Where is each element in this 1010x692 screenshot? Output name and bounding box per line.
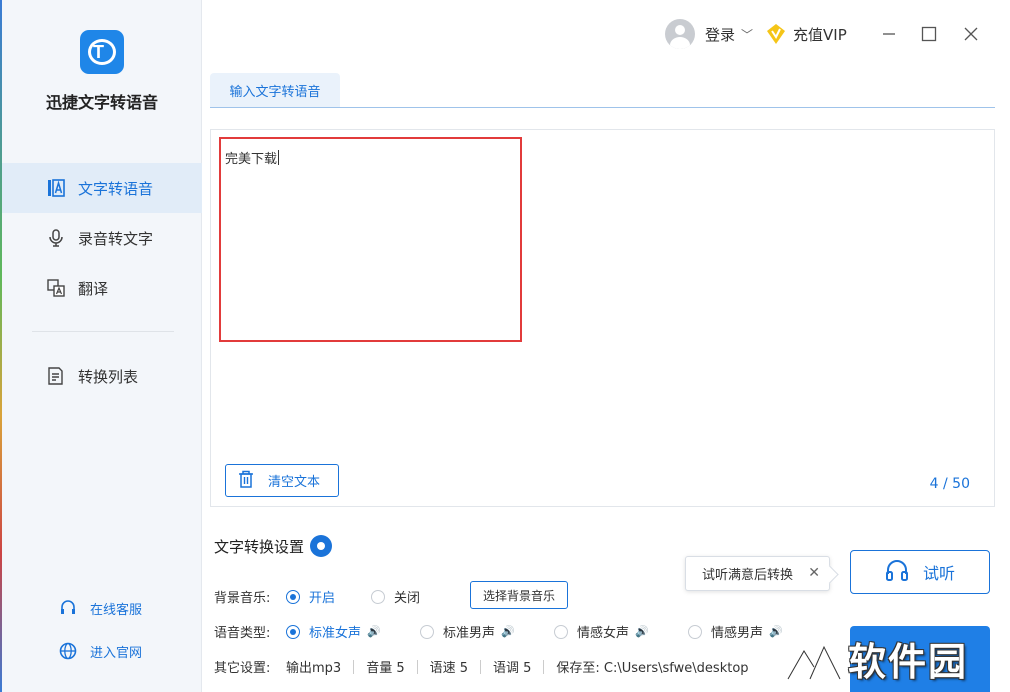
footer-link-label: 在线客服 [90, 602, 143, 618]
sidebar-item-label: 翻译 [78, 279, 109, 298]
vip-diamond-icon [767, 24, 786, 44]
sidebar-divider [32, 331, 174, 332]
close-button[interactable] [956, 20, 986, 48]
listen-tooltip: 试听满意后转换 ✕ [685, 556, 830, 591]
online-service-link[interactable]: 在线客服 [58, 598, 142, 618]
app-logo-icon: T [80, 30, 124, 74]
list-icon [46, 366, 66, 386]
output-format[interactable]: 输出mp3 [286, 657, 341, 676]
close-icon [964, 27, 978, 41]
sidebar-item-text-to-speech[interactable]: 文字转语音 [2, 163, 202, 213]
maximize-button[interactable] [914, 20, 944, 48]
text-speech-icon [46, 178, 66, 198]
bg-music-on-radio[interactable]: 开启 [286, 587, 335, 606]
login-button[interactable]: 登录 [705, 24, 735, 45]
sidebar: T 迅捷文字转语音 文字转语音 录音转文字 翻译 转换列表 在线客服 进入官网 [2, 0, 202, 692]
bg-music-label: 背景音乐: [214, 591, 271, 606]
globe-icon [58, 641, 78, 661]
footer-link-label: 进入官网 [90, 645, 143, 661]
tab-underline [210, 107, 995, 108]
speaker-icon: 🔊 [501, 625, 515, 638]
watermark: 软件园 [786, 628, 968, 688]
pitch-setting[interactable]: 语调 5 [493, 657, 531, 676]
clear-text-button[interactable]: 清空文本 [225, 464, 339, 497]
close-icon[interactable]: ✕ [808, 565, 820, 581]
translate-icon [46, 278, 66, 298]
top-bar: 登录 ﹀ 充值VIP [665, 18, 847, 50]
avatar[interactable] [665, 19, 695, 49]
speaker-icon: 🔊 [367, 625, 381, 638]
voice-emotion-male-radio[interactable]: 情感男声 🔊 [688, 622, 783, 641]
minimize-button[interactable] [874, 20, 904, 48]
recharge-vip-button[interactable]: 充值VIP [793, 24, 847, 45]
gear-icon[interactable] [310, 535, 333, 557]
app-name: 迅捷文字转语音 [45, 93, 158, 112]
voice-type-label: 语音类型: [214, 626, 271, 641]
char-counter: 4 / 50 [929, 476, 970, 492]
listen-label: 试听 [922, 564, 955, 583]
settings-title: 文字转换设置 [214, 535, 333, 557]
headphones-icon [885, 559, 909, 585]
speed-setting[interactable]: 语速 5 [430, 657, 468, 676]
voice-emotion-female-radio[interactable]: 情感女声 🔊 [554, 622, 688, 641]
other-settings-label: 其它设置: [214, 661, 271, 676]
speaker-icon: 🔊 [635, 625, 649, 638]
sidebar-item-translate[interactable]: 翻译 [2, 263, 202, 313]
headset-icon [58, 598, 78, 618]
voice-standard-female-radio[interactable]: 标准女声 🔊 [286, 622, 420, 641]
maximize-icon [921, 26, 937, 42]
highlight-box [219, 137, 522, 342]
minimize-icon [883, 33, 895, 35]
other-settings-row: 其它设置: 输出mp3 音量 5 语速 5 语调 5 保存至: C:\Users… [214, 657, 774, 676]
listen-button[interactable]: 试听 [850, 550, 990, 594]
speaker-icon: 🔊 [769, 625, 783, 638]
sidebar-item-speech-to-text[interactable]: 录音转文字 [2, 213, 202, 263]
sidebar-item-label: 文字转语音 [78, 179, 154, 198]
watermark-logo-icon [786, 642, 842, 680]
voice-type-row: 语音类型: 标准女声 🔊 标准男声 🔊 情感女声 🔊 情感男声 🔊 [214, 622, 783, 641]
voice-standard-male-radio[interactable]: 标准男声 🔊 [420, 622, 554, 641]
chevron-down-icon[interactable]: ﹀ [741, 26, 753, 43]
microphone-icon [46, 228, 66, 248]
volume-setting[interactable]: 音量 5 [366, 657, 404, 676]
bg-music-row: 背景音乐: 开启 关闭 [214, 587, 420, 606]
official-site-link[interactable]: 进入官网 [58, 641, 142, 661]
tab-input-text-to-speech[interactable]: 输入文字转语音 [210, 73, 340, 108]
sidebar-item-convert-list[interactable]: 转换列表 [2, 351, 202, 401]
choose-bg-music-button[interactable]: 选择背景音乐 [470, 581, 568, 609]
clear-text-label: 清空文本 [268, 475, 321, 490]
sidebar-item-label: 转换列表 [78, 367, 139, 386]
trash-icon [238, 470, 254, 492]
save-path[interactable]: 保存至: C:\Users\sfwe\desktop [556, 657, 748, 676]
bg-music-off-radio[interactable]: 关闭 [371, 587, 420, 606]
sidebar-item-label: 录音转文字 [78, 229, 154, 248]
